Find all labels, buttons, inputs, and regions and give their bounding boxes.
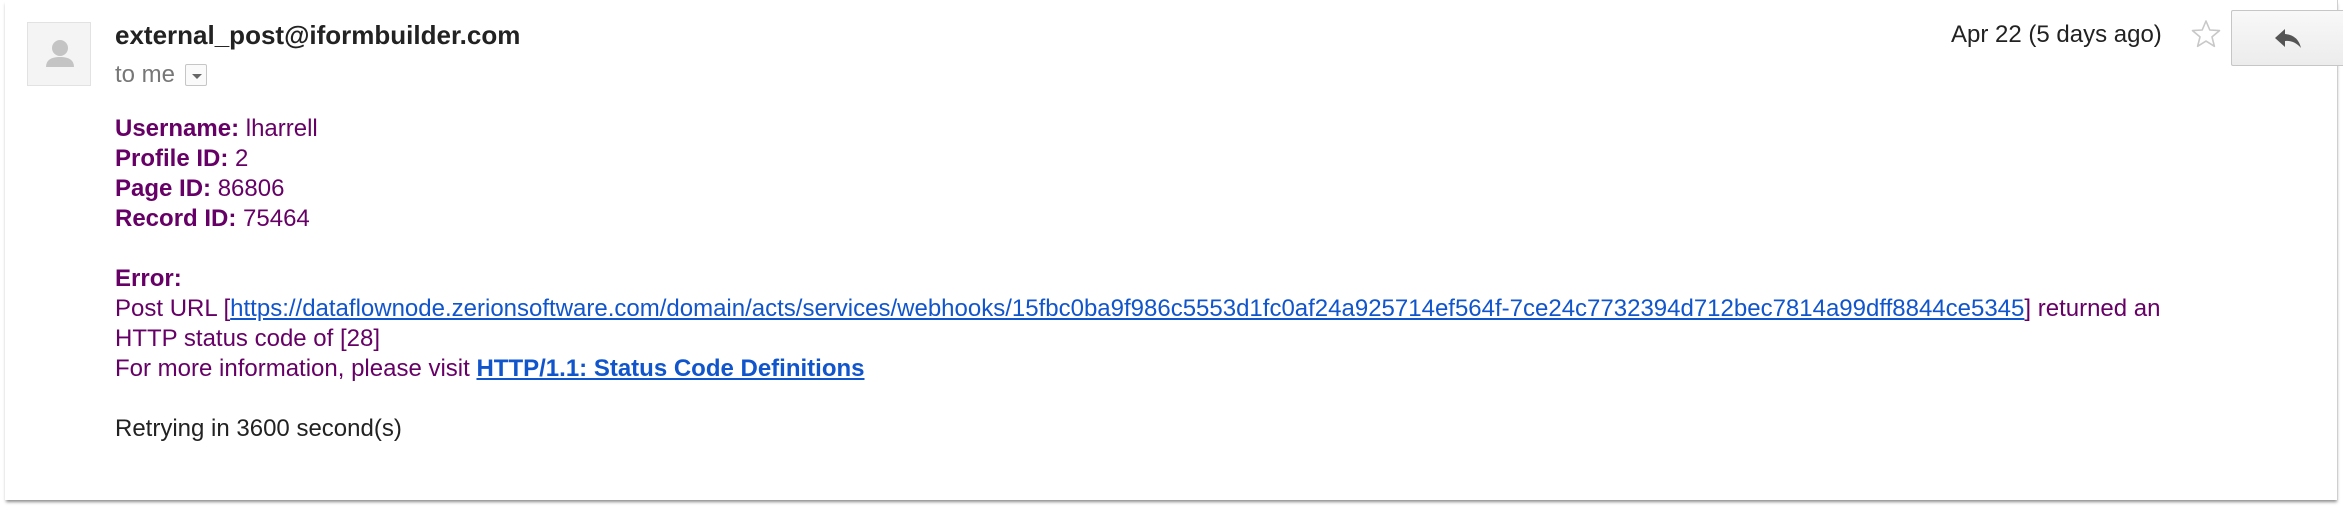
status-code-definitions-link[interactable]: HTTP/1.1: Status Code Definitions (476, 355, 864, 382)
show-details-button[interactable] (185, 64, 208, 86)
chevron-down-icon (192, 74, 203, 79)
username-value: lharrell (239, 115, 318, 142)
reply-button[interactable] (2231, 10, 2343, 66)
more-info-prefix: For more information, please visit (115, 355, 477, 382)
error-line: Error: (115, 264, 2325, 294)
profile-id-label: Profile ID: (115, 145, 229, 172)
error-label: Error: (115, 265, 182, 292)
record-id-value: 75464 (236, 205, 310, 232)
email-message: external_post@iformbuilder.com to me Apr… (5, 0, 2343, 500)
default-avatar-icon (46, 40, 74, 67)
more-info-line: For more information, please visit HTTP/… (115, 354, 2325, 384)
post-url-line: Post URL [https://dataflownode.zerionsof… (115, 294, 2325, 324)
status-code-line: HTTP status code of [28] (115, 325, 381, 352)
star-icon[interactable] (2190, 18, 2222, 50)
record-id-line: Record ID: 75464 (115, 204, 2325, 234)
retry-message: Retrying in 3600 second(s) (115, 415, 402, 442)
username-line: Username: lharrell (115, 114, 2325, 144)
page-id-line: Page ID: 86806 (115, 174, 2325, 204)
post-url-prefix: Post URL [ (115, 295, 231, 322)
username-label: Username: (115, 115, 240, 142)
page-id-label: Page ID: (115, 175, 212, 202)
post-url-link[interactable]: https://dataflownode.zerionsoftware.com/… (230, 295, 2024, 322)
profile-id-line: Profile ID: 2 (115, 144, 2325, 174)
sender-avatar[interactable] (27, 22, 91, 86)
recipient-row: to me (115, 60, 208, 90)
post-url-suffix: ] returned an (2024, 295, 2161, 322)
page-id-value: 86806 (211, 175, 285, 202)
sender-address[interactable]: external_post@iformbuilder.com (115, 20, 520, 51)
profile-id-value: 2 (228, 145, 249, 172)
message-date: Apr 22 (5 days ago) (1951, 21, 2162, 48)
recipient-label: to me (115, 61, 176, 88)
record-id-label: Record ID: (115, 205, 237, 232)
message-body: Username: lharrell Profile ID: 2 Page ID… (115, 114, 2325, 444)
reply-arrow-icon (2275, 29, 2301, 48)
